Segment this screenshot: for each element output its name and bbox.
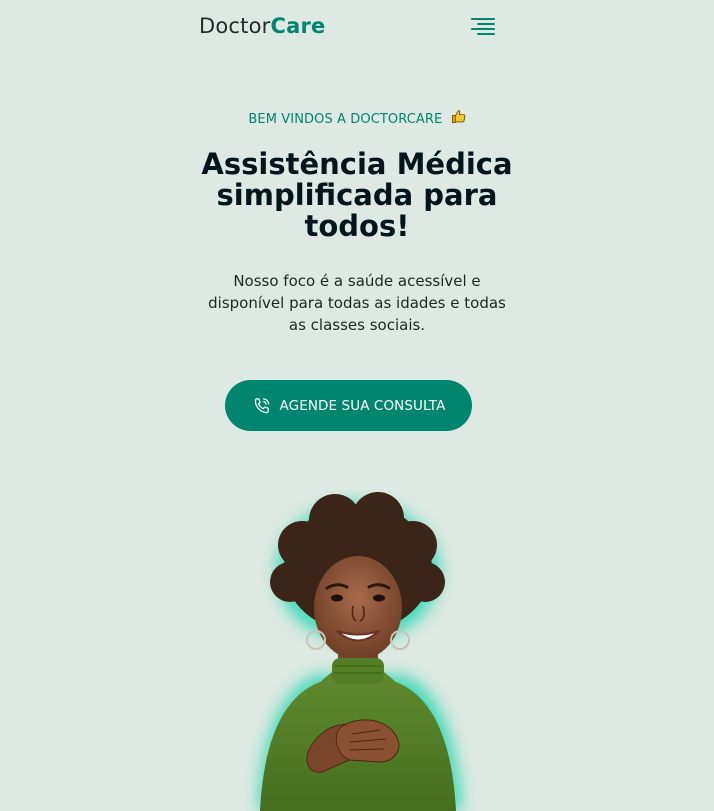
thumbs-up-icon bbox=[451, 109, 466, 128]
doctor-portrait-image bbox=[258, 492, 462, 811]
title-line: todos! bbox=[304, 209, 410, 243]
menu-line bbox=[477, 23, 495, 25]
menu-line bbox=[471, 28, 495, 30]
description-line: Nosso foco é a saúde acessível e bbox=[233, 272, 481, 290]
menu-line bbox=[477, 33, 495, 35]
eyebrow-text: BEM VINDOS A DOCTORCARE bbox=[248, 112, 443, 127]
description-line: disponível para todas as idades e todas bbox=[208, 294, 506, 312]
page: DoctorCare BEM VINDOS A DOCTORCARE Assis… bbox=[0, 0, 714, 811]
menu-line bbox=[471, 18, 495, 20]
logo[interactable]: DoctorCare bbox=[199, 14, 325, 38]
schedule-appointment-button[interactable]: AGENDE SUA CONSULTA bbox=[225, 380, 472, 431]
welcome-eyebrow: BEM VINDOS A DOCTORCARE bbox=[0, 109, 714, 128]
cta-label: AGENDE SUA CONSULTA bbox=[279, 397, 446, 414]
page-title: Assistência Médica simplificada para tod… bbox=[0, 149, 714, 242]
title-line: Assistência Médica bbox=[201, 147, 513, 181]
phone-icon bbox=[254, 397, 269, 413]
hamburger-menu-icon[interactable] bbox=[469, 16, 497, 38]
logo-text-doctor: Doctor bbox=[199, 14, 271, 38]
hero-description: Nosso foco é a saúde acessível e disponí… bbox=[0, 270, 714, 336]
site-header: DoctorCare bbox=[0, 0, 714, 56]
description-line: as classes sociais. bbox=[288, 316, 426, 334]
logo-text-care: Care bbox=[270, 14, 326, 38]
title-line: simplificada para bbox=[216, 178, 498, 212]
